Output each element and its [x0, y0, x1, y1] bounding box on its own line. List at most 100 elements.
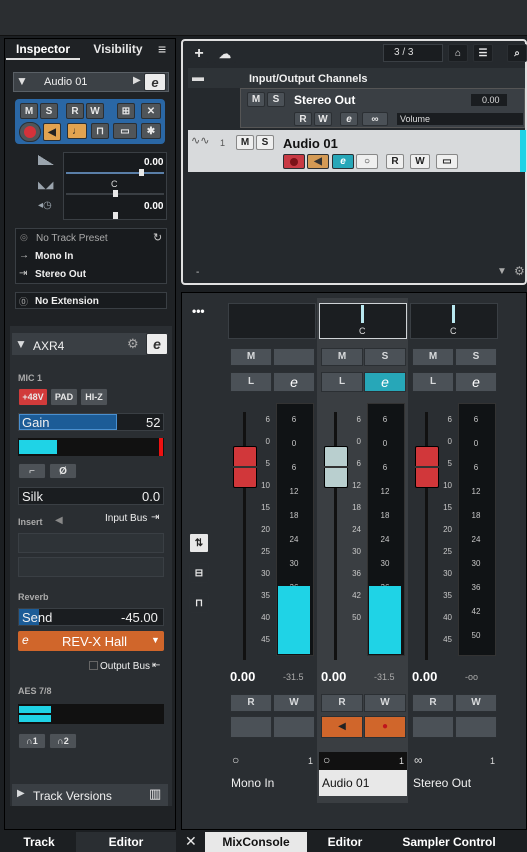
delay-handle[interactable]	[113, 212, 118, 219]
read-button[interactable]: R	[321, 694, 363, 712]
mixer-routing-icon[interactable]: ⊟	[189, 563, 209, 583]
tab-visibility[interactable]: Visibility	[82, 40, 154, 60]
volume-value[interactable]: 0.00	[412, 669, 437, 684]
pan-handle[interactable]	[113, 190, 118, 197]
audio-read-button[interactable]: R	[386, 154, 404, 169]
solo-button[interactable]	[273, 348, 315, 366]
bypass-icon[interactable]: ✕	[141, 103, 161, 119]
tab-inspector[interactable]: Inspector	[6, 40, 80, 60]
axr-collapse-icon[interactable]: ▼	[15, 337, 27, 351]
input-bus-icon[interactable]: ⇥	[151, 512, 159, 523]
track-preset[interactable]: No Track Preset	[36, 233, 108, 244]
solo-button[interactable]: S	[40, 103, 58, 119]
stereo-mute-button[interactable]: M	[247, 92, 265, 107]
stereo-write-button[interactable]: W	[314, 112, 332, 126]
track-name[interactable]: Audio 01	[44, 76, 87, 88]
edit-channel-icon[interactable]: e	[144, 73, 166, 91]
audio-solo-button[interactable]: S	[256, 135, 274, 150]
lock-icon[interactable]: ⊓	[91, 123, 109, 139]
monitor-button[interactable]: ◀	[321, 716, 363, 738]
output-bus-icon[interactable]: ⇤	[152, 660, 160, 671]
stereo-link-button[interactable]: ∞	[362, 112, 388, 126]
pad-button[interactable]: PAD	[50, 388, 78, 406]
pan-display[interactable]	[228, 303, 316, 339]
write-button[interactable]: W	[273, 694, 315, 712]
write-button[interactable]: W	[86, 103, 104, 119]
listen-button[interactable]: L	[321, 372, 363, 392]
track-versions-arrow[interactable]: ▶	[17, 788, 25, 799]
record-enable-button[interactable]	[19, 122, 41, 142]
write-button[interactable]: W	[364, 694, 406, 712]
audio-edit-button[interactable]: e	[332, 154, 354, 169]
listen-button[interactable]: L	[230, 372, 272, 392]
output-bus-checkbox[interactable]	[89, 661, 98, 670]
mute-button[interactable]: M	[230, 348, 272, 366]
settings-icon[interactable]: ✱	[141, 123, 161, 139]
volume-value[interactable]: 0.00	[230, 669, 255, 684]
mute-button[interactable]: M	[412, 348, 454, 366]
volume-slider[interactable]	[66, 172, 164, 174]
headphone-2-button[interactable]: ∩ 2	[49, 733, 77, 749]
stereo-solo-button[interactable]: S	[267, 92, 285, 107]
tracklist-settings-icon[interactable]: ⚙	[514, 264, 525, 278]
solo-button[interactable]: S	[364, 348, 406, 366]
input-bus-label[interactable]: Input Bus	[105, 513, 147, 524]
audio-timebase-button[interactable]: ○	[356, 154, 378, 169]
channel-name[interactable]: Stereo Out	[410, 770, 498, 796]
freeze-icon[interactable]: ⊞	[117, 103, 135, 119]
time-base-button[interactable]: ♩	[67, 123, 87, 139]
monitor-button[interactable]	[230, 716, 272, 738]
record-button[interactable]	[273, 716, 315, 738]
axr-gear-icon[interactable]: ⚙	[127, 336, 139, 352]
phantom-power-button[interactable]: +48V	[18, 388, 48, 406]
arrow-right-icon[interactable]: ▶	[133, 75, 141, 86]
mixer-fader-view-icon[interactable]: ⇅	[189, 533, 209, 553]
audio-write-button[interactable]: W	[410, 154, 430, 169]
output-bus-label[interactable]: Output Bus	[100, 661, 150, 672]
tab-mixconsole[interactable]: MixConsole	[205, 832, 307, 852]
tab-editor-right[interactable]: Editor	[310, 832, 380, 852]
channel-name[interactable]: Mono In	[228, 770, 316, 796]
read-button[interactable]: R	[412, 694, 454, 712]
stereo-read-button[interactable]: R	[294, 112, 312, 126]
mute-button[interactable]: M	[321, 348, 363, 366]
audio-lanes-button[interactable]: ▭	[436, 154, 458, 169]
phase-button[interactable]: Ø	[49, 463, 77, 479]
close-icon[interactable]: ✕	[185, 833, 197, 850]
read-button[interactable]: R	[230, 694, 272, 712]
menu-icon[interactable]: ≡	[158, 40, 172, 58]
monitor-button[interactable]: ◀	[43, 123, 61, 141]
audio-record-button[interactable]	[283, 154, 305, 169]
audio-monitor-button[interactable]: ◀	[307, 154, 329, 169]
input-routing[interactable]: Mono In	[35, 251, 73, 262]
record-button[interactable]: ●	[364, 716, 406, 738]
refresh-icon[interactable]: ↻	[153, 231, 162, 244]
edit-channel-button[interactable]: e	[455, 372, 497, 392]
collapse-icon[interactable]: ▼	[16, 74, 28, 88]
home-icon[interactable]: ⌂	[448, 44, 468, 62]
tab-editor-left[interactable]: Editor	[76, 832, 176, 852]
add-track-button[interactable]: +	[189, 45, 209, 63]
hpf-button[interactable]: ⌐	[18, 463, 46, 479]
insert-slot-1[interactable]	[18, 533, 164, 553]
read-button[interactable]: R	[66, 103, 84, 119]
insert-slot-2[interactable]	[18, 557, 164, 577]
solo-button[interactable]: S	[455, 348, 497, 366]
channel-name[interactable]: Audio 01	[319, 770, 407, 796]
mute-button[interactable]: M	[20, 103, 38, 119]
record-button[interactable]	[455, 716, 497, 738]
monitor-button[interactable]	[412, 716, 454, 738]
hiz-button[interactable]: HI-Z	[80, 388, 108, 406]
volume-handle[interactable]	[139, 169, 144, 176]
edit-channel-button[interactable]: e	[364, 372, 406, 392]
mixer-monitor-icon[interactable]: ⊓	[189, 593, 209, 613]
headphone-1-button[interactable]: ∩ 1	[18, 733, 46, 749]
lanes-icon[interactable]: ▭	[113, 123, 137, 139]
audio-mute-button[interactable]: M	[236, 135, 254, 150]
list-icon[interactable]: ☰	[473, 44, 493, 62]
tracklist-dropdown-icon[interactable]: ▼	[497, 266, 507, 277]
listen-button[interactable]: L	[412, 372, 454, 392]
tab-sampler-control[interactable]: Sampler Control	[384, 832, 514, 852]
tab-track[interactable]: Track	[4, 832, 74, 852]
volume-value[interactable]: 0.00	[321, 669, 346, 684]
